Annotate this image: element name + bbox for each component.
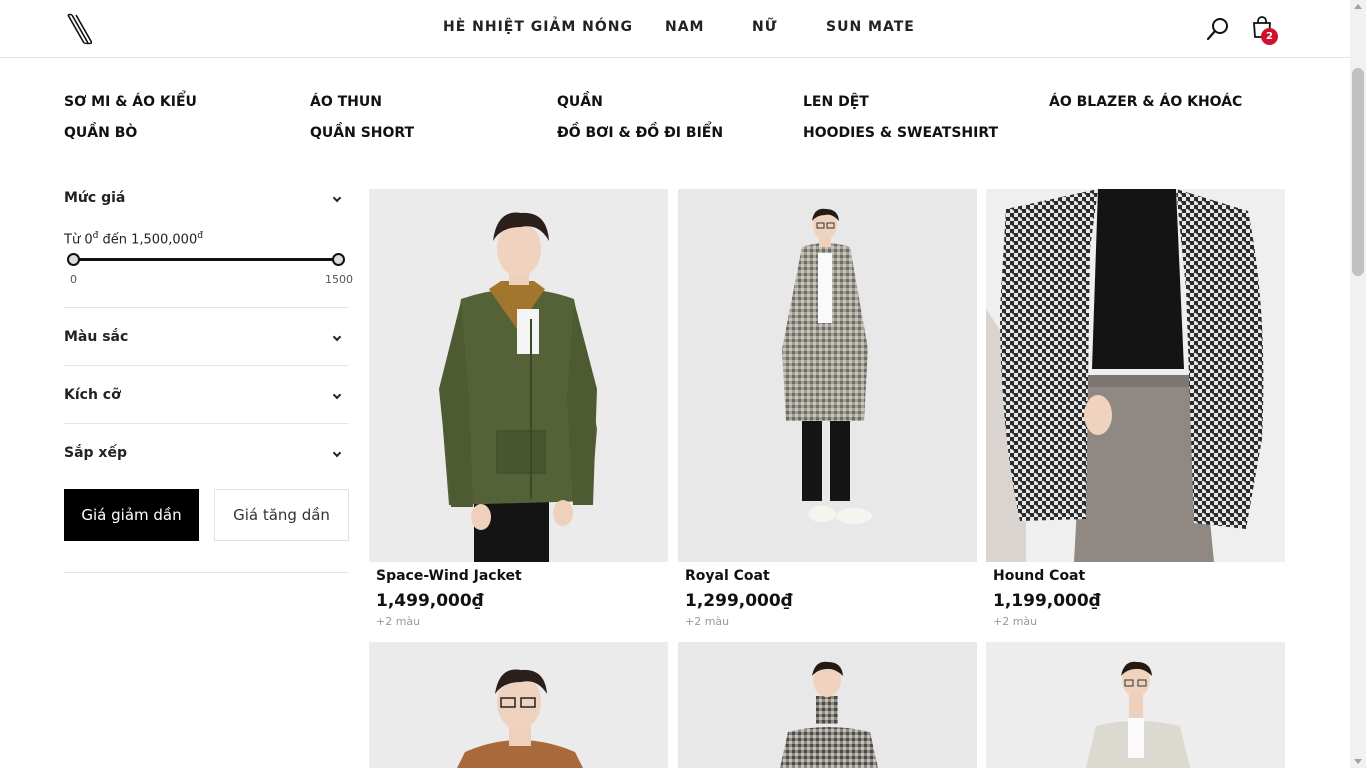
product-card[interactable] — [369, 642, 668, 768]
nav-summer-sale[interactable]: HÈ NHIỆT GIẢM NÓNG — [443, 19, 633, 35]
size-filter-header[interactable]: Kích cỡ — [64, 387, 349, 407]
divider — [64, 365, 349, 366]
product-price: 1,299,000₫ — [685, 591, 793, 611]
category-swimwear[interactable]: ĐỒ BƠI & ĐỒ ĐI BIỂN — [557, 125, 723, 141]
category-knitwear[interactable]: LEN DỆT — [803, 94, 869, 110]
product-image[interactable] — [986, 189, 1285, 562]
search-icon[interactable] — [1206, 17, 1230, 41]
color-filter-header[interactable]: Màu sắc — [64, 329, 349, 349]
price-slider-track[interactable] — [73, 258, 339, 261]
product-card[interactable]: Hound Coat 1,199,000₫ +2 màu — [986, 189, 1285, 634]
divider — [64, 307, 349, 308]
main-nav: HÈ NHIỆT GIẢM NÓNG NAM NỮ SUN MATE — [0, 19, 1350, 39]
category-blazers-jackets[interactable]: ÁO BLAZER & ÁO KHOÁC — [1049, 94, 1242, 110]
nav-sun-mate[interactable]: SUN MATE — [826, 19, 915, 35]
category-shirts[interactable]: SƠ MI & ÁO KIỂU — [64, 94, 197, 110]
scroll-down-icon[interactable] — [1354, 759, 1362, 764]
chevron-down-icon — [332, 332, 342, 342]
chevron-down-icon — [332, 193, 342, 203]
product-name[interactable]: Royal Coat — [685, 568, 770, 584]
chevron-down-icon — [332, 390, 342, 400]
divider — [64, 423, 349, 424]
product-name[interactable]: Hound Coat — [993, 568, 1085, 584]
price-filter-title: Mức giá — [64, 190, 126, 206]
product-image[interactable] — [986, 642, 1285, 768]
product-card[interactable] — [986, 642, 1285, 768]
divider — [64, 572, 349, 573]
chevron-down-icon — [332, 448, 342, 458]
product-image[interactable] — [369, 189, 668, 562]
product-card[interactable]: Royal Coat 1,299,000₫ +2 màu — [678, 189, 977, 634]
scroll-up-icon[interactable] — [1354, 4, 1362, 9]
product-image[interactable] — [369, 642, 668, 768]
product-price: 1,199,000₫ — [993, 591, 1101, 611]
nav-men[interactable]: NAM — [665, 19, 704, 35]
cart-button[interactable]: 2 — [1252, 16, 1280, 45]
size-filter-title: Kích cỡ — [64, 387, 121, 403]
sort-price-asc-button[interactable]: Giá tăng dần — [214, 489, 349, 541]
category-hoodies[interactable]: HOODIES & SWEATSHIRT — [803, 125, 998, 141]
product-card[interactable]: Space-Wind Jacket 1,499,000₫ +2 màu — [369, 189, 668, 634]
price-range-text: Từ 0đ đến 1,500,000đ — [64, 231, 203, 248]
product-price: 1,499,000₫ — [376, 591, 484, 611]
category-tshirts[interactable]: ÁO THUN — [310, 94, 382, 110]
product-color-count: +2 màu — [993, 615, 1038, 628]
price-slider-min-handle[interactable] — [67, 253, 80, 266]
category-jeans[interactable]: QUẦN BÒ — [64, 125, 137, 141]
product-name[interactable]: Space-Wind Jacket — [376, 568, 522, 584]
product-image[interactable] — [678, 189, 977, 562]
sort-filter-title: Sắp xếp — [64, 445, 127, 461]
price-slider-max-label: 1500 — [325, 273, 353, 286]
sort-filter-header[interactable]: Sắp xếp — [64, 445, 349, 465]
category-pants[interactable]: QUẦN — [557, 94, 603, 110]
price-slider-min-label: 0 — [70, 273, 77, 286]
sort-price-desc-button[interactable]: Giá giảm dần — [64, 489, 199, 541]
product-card[interactable] — [678, 642, 977, 768]
scroll-thumb[interactable] — [1352, 68, 1364, 276]
color-filter-title: Màu sắc — [64, 329, 129, 345]
site-header: HÈ NHIỆT GIẢM NÓNG NAM NỮ SUN MATE 2 — [0, 0, 1350, 58]
category-shorts[interactable]: QUẦN SHORT — [310, 125, 414, 141]
cart-count-badge: 2 — [1261, 28, 1278, 45]
product-image[interactable] — [678, 642, 977, 768]
product-color-count: +2 màu — [685, 615, 730, 628]
nav-women[interactable]: NỮ — [752, 19, 777, 35]
product-color-count: +2 màu — [376, 615, 421, 628]
price-slider-max-handle[interactable] — [332, 253, 345, 266]
page-scrollbar[interactable] — [1350, 0, 1366, 768]
price-filter-header[interactable]: Mức giá — [64, 190, 349, 210]
